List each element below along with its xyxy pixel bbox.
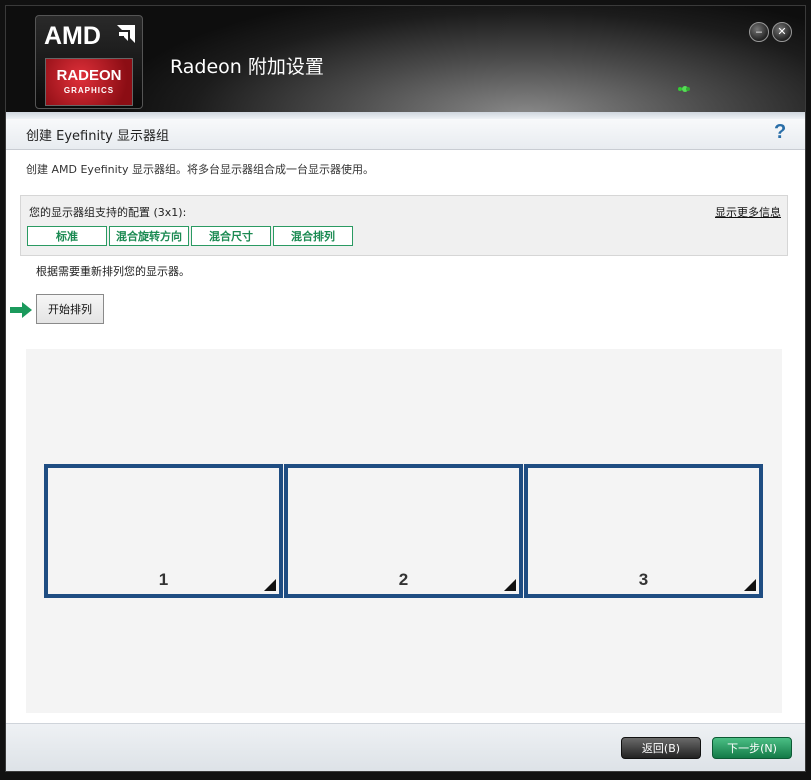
- radeon-badge: RADEON GRAPHICS: [45, 58, 133, 106]
- back-button[interactable]: 返回(B): [621, 737, 701, 759]
- logo-graphics-text: GRAPHICS: [63, 86, 115, 95]
- resize-corner-icon: [264, 579, 276, 591]
- window: AMD RADEON GRAPHICS Radeon 附加设置 ‒ ✕ 创建 E…: [0, 0, 811, 780]
- logo-amd-text: AMD: [44, 22, 101, 50]
- resize-corner-icon: [504, 579, 516, 591]
- page-title-bar: 创建 Eyefinity 显示器组 ?: [6, 119, 805, 150]
- amd-arrow-icon: [117, 25, 135, 43]
- page-description: 创建 AMD Eyefinity 显示器组。将多台显示器组合成一台显示器使用。: [26, 163, 374, 176]
- config-mixed-size-button[interactable]: 混合尺寸: [191, 226, 271, 246]
- next-button[interactable]: 下一步(N): [712, 737, 792, 759]
- config-standard-button[interactable]: 标准: [27, 226, 107, 246]
- resize-corner-icon: [744, 579, 756, 591]
- config-mixed-rotation-button[interactable]: 混合旋转方向: [109, 226, 189, 246]
- config-label: 您的显示器组支持的配置 (3x1):: [29, 206, 187, 219]
- header-divider: [6, 112, 805, 119]
- monitor-number: 1: [158, 570, 169, 589]
- start-arrange-button[interactable]: 开始排列: [36, 294, 104, 324]
- logo-radeon-text: RADEON: [56, 67, 122, 84]
- monitor-number: 3: [638, 570, 649, 589]
- monitor-3[interactable]: 3: [524, 464, 763, 598]
- amd-radeon-logo: AMD RADEON GRAPHICS: [35, 15, 143, 109]
- page-title: 创建 Eyefinity 显示器组: [26, 129, 170, 144]
- arrow-right-icon: [10, 302, 32, 318]
- header-banner: AMD RADEON GRAPHICS Radeon 附加设置 ‒ ✕: [6, 6, 805, 112]
- status-indicator-icon: [678, 86, 690, 92]
- arrange-instruction: 根据需要重新排列您的显示器。: [36, 265, 190, 278]
- footer-bar: 返回(B) 下一步(N): [6, 723, 805, 771]
- monitor-arrangement-area: 1 2 3: [26, 349, 782, 713]
- app-title: Radeon 附加设置: [170, 56, 324, 78]
- dialog: AMD RADEON GRAPHICS Radeon 附加设置 ‒ ✕ 创建 E…: [5, 5, 806, 772]
- config-panel: 您的显示器组支持的配置 (3x1): 显示更多信息 标准 混合旋转方向 混合尺寸…: [20, 195, 788, 256]
- monitor-2[interactable]: 2: [284, 464, 523, 598]
- close-button[interactable]: ✕: [772, 22, 792, 42]
- monitor-1[interactable]: 1: [44, 464, 283, 598]
- help-icon[interactable]: ?: [774, 121, 786, 144]
- minimize-button[interactable]: ‒: [749, 22, 769, 42]
- monitor-number: 2: [398, 570, 409, 589]
- config-mixed-arrangement-button[interactable]: 混合排列: [273, 226, 353, 246]
- show-more-info-link[interactable]: 显示更多信息: [715, 204, 781, 220]
